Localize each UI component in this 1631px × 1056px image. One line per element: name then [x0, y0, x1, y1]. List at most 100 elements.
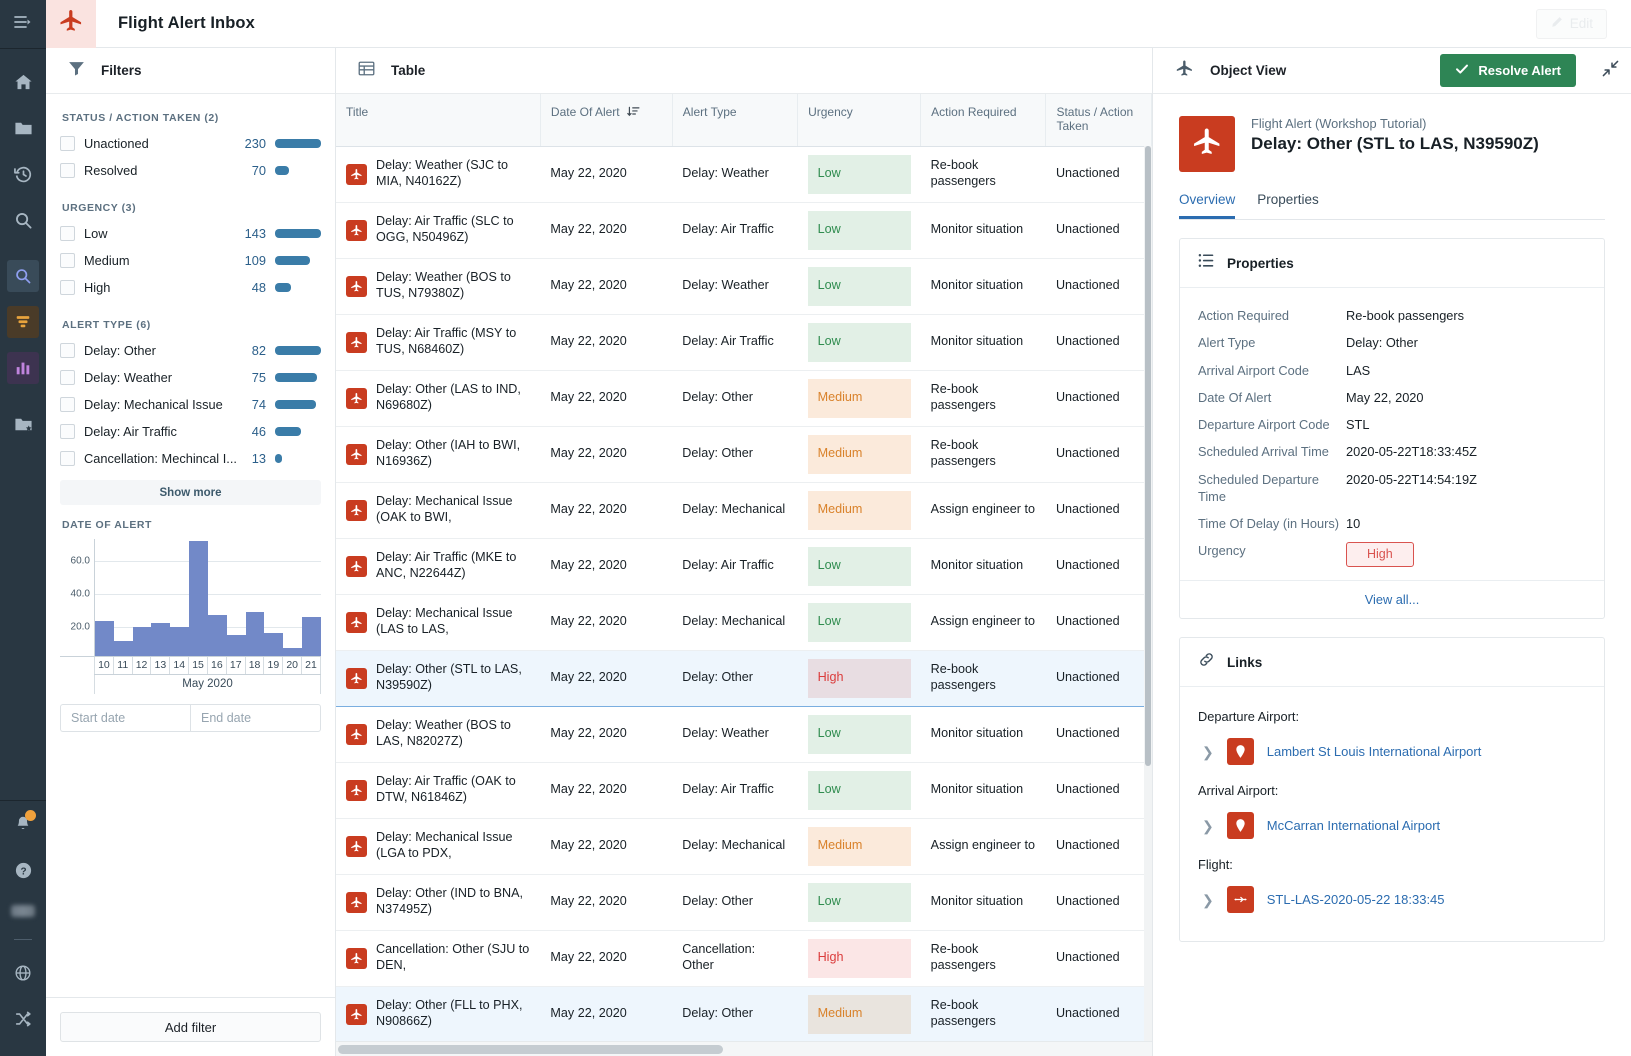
cell-title[interactable]: Delay: Air Traffic (MSY to TUS, N68460Z)	[336, 314, 541, 371]
filter-checkbox[interactable]	[60, 136, 75, 151]
table-row[interactable]: Delay: Air Traffic (MKE to ANC, N22644Z)…	[336, 538, 1152, 595]
filter-row-delay-mechanical[interactable]: Delay: Mechanical Issue 74	[60, 391, 321, 418]
histogram-bar[interactable]	[264, 632, 284, 656]
histogram-bar[interactable]	[245, 611, 265, 656]
column-header-alert-type[interactable]: Alert Type	[672, 94, 799, 147]
table-horizontal-scrollbar[interactable]	[336, 1041, 1152, 1056]
sort-descending-icon[interactable]	[626, 105, 640, 121]
cell-title[interactable]: Delay: Weather (BOS to LAS, N82027Z)	[336, 706, 541, 763]
chevron-right-icon[interactable]: ❯	[1202, 819, 1214, 833]
sidebar-item-charts[interactable]	[7, 352, 39, 384]
histogram-bar[interactable]	[207, 615, 227, 656]
column-header-status-action-taken[interactable]: Status / Action Taken	[1045, 94, 1152, 147]
link-label[interactable]: STL-LAS-2020-05-22 18:33:45	[1267, 892, 1445, 907]
chevron-right-icon[interactable]: ❯	[1202, 745, 1214, 759]
link-label[interactable]: Lambert St Louis International Airport	[1267, 744, 1482, 759]
sidebar-item-saved-folder[interactable]	[7, 408, 39, 440]
column-header-urgency[interactable]: Urgency	[797, 94, 922, 147]
filter-row-delay-other[interactable]: Delay: Other 82	[60, 337, 321, 364]
table-row[interactable]: Delay: Other (LAS to IND, N69680Z) May 22…	[336, 370, 1152, 427]
column-header-title[interactable]: Title	[336, 94, 541, 147]
tab-overview[interactable]: Overview	[1179, 192, 1236, 219]
link-row[interactable]: ❯ STL-LAS-2020-05-22 18:33:45	[1198, 876, 1586, 923]
view-all-link[interactable]: View all...	[1180, 580, 1604, 618]
cell-title[interactable]: Delay: Air Traffic (MKE to ANC, N22644Z)	[336, 538, 541, 595]
filter-row-low[interactable]: Low 143	[60, 220, 321, 247]
table-row[interactable]: Delay: Air Traffic (MSY to TUS, N68460Z)…	[336, 314, 1152, 371]
show-more-button[interactable]: Show more	[60, 480, 321, 505]
filter-checkbox[interactable]	[60, 226, 75, 241]
cell-title[interactable]: Delay: Other (IAH to BWI, N16936Z)	[336, 426, 541, 483]
filter-row-high[interactable]: High 48	[60, 274, 321, 301]
filter-checkbox[interactable]	[60, 370, 75, 385]
table-vertical-scrollbar[interactable]	[1144, 146, 1152, 1041]
edit-button[interactable]: Edit	[1535, 8, 1607, 39]
table-row[interactable]: Delay: Weather (SJC to MIA, N40162Z) May …	[336, 146, 1152, 203]
cell-title[interactable]: Delay: Mechanical Issue (LAS to LAS,	[336, 594, 541, 651]
column-header-date-of-alert[interactable]: Date Of Alert	[540, 94, 673, 147]
table-row[interactable]: Delay: Air Traffic (OAK to DTW, N61846Z)…	[336, 762, 1152, 819]
filter-row-medium[interactable]: Medium 109	[60, 247, 321, 274]
table-row[interactable]: Delay: Other (IAH to BWI, N16936Z) May 22…	[336, 426, 1152, 483]
link-row[interactable]: ❯ McCarran International Airport	[1198, 802, 1586, 849]
cell-title[interactable]: Delay: Other (LAS to IND, N69680Z)	[336, 370, 541, 427]
filter-row-resolved[interactable]: Resolved 70	[60, 157, 321, 184]
filter-checkbox[interactable]	[60, 343, 75, 358]
cell-title[interactable]: Delay: Other (FLL to PHX, N90866Z)	[336, 985, 541, 1043]
histogram-bar[interactable]	[189, 541, 208, 656]
table-row[interactable]: Delay: Other (IND to BNA, N37495Z) May 22…	[336, 874, 1152, 931]
filter-checkbox[interactable]	[60, 163, 75, 178]
filter-checkbox[interactable]	[60, 424, 75, 439]
table-row[interactable]: Delay: Other (FLL to PHX, N90866Z) May 22…	[336, 985, 1152, 1043]
sidebar-item-globe[interactable]	[7, 957, 39, 989]
filter-checkbox[interactable]	[60, 397, 75, 412]
cell-title[interactable]: Delay: Mechanical Issue (LGA to PDX,	[336, 818, 541, 875]
table-row[interactable]: Delay: Weather (BOS to TUS, N79380Z) May …	[336, 258, 1152, 315]
histogram-bar[interactable]	[151, 623, 171, 656]
filter-checkbox[interactable]	[60, 253, 75, 268]
table-row[interactable]: Delay: Other (STL to LAS, N39590Z) May 22…	[336, 649, 1152, 707]
sidebar-item-object-explorer[interactable]	[7, 260, 39, 292]
user-avatar-icon[interactable]	[11, 905, 35, 917]
cell-title[interactable]: Delay: Weather (BOS to TUS, N79380Z)	[336, 258, 541, 315]
scrollbar-thumb[interactable]	[338, 1045, 723, 1054]
scrollbar-thumb[interactable]	[1145, 146, 1151, 766]
end-date-input[interactable]: End date	[190, 704, 321, 732]
histogram-bar[interactable]	[95, 620, 114, 656]
histogram-bar[interactable]	[283, 647, 303, 656]
cell-title[interactable]: Delay: Air Traffic (SLC to OGG, N50496Z)	[336, 202, 541, 259]
table-row[interactable]: Delay: Weather (BOS to LAS, N82027Z) May …	[336, 706, 1152, 763]
cell-title[interactable]: Delay: Other (STL to LAS, N39590Z)	[336, 649, 541, 707]
table-row[interactable]: Delay: Mechanical Issue (LAS to LAS, May …	[336, 594, 1152, 651]
filter-row-delay-weather[interactable]: Delay: Weather 75	[60, 364, 321, 391]
histogram-bar[interactable]	[302, 617, 321, 656]
filter-row-cancellation-mechanical[interactable]: Cancellation: Mechincal I... 13	[60, 445, 321, 472]
cell-title[interactable]: Delay: Mechanical Issue (OAK to BWI,	[336, 482, 541, 539]
histogram-bar[interactable]	[226, 634, 246, 656]
resolve-alert-button[interactable]: Resolve Alert	[1440, 54, 1576, 87]
sidebar-item-shuffle[interactable]	[7, 1003, 39, 1035]
link-label[interactable]: McCarran International Airport	[1267, 818, 1440, 833]
start-date-input[interactable]: Start date	[60, 704, 190, 732]
sidebar-item-help[interactable]: ?	[7, 854, 39, 886]
collapse-diagonal-icon[interactable]	[1602, 60, 1619, 82]
table-row[interactable]: Cancellation: Other (SJU to DEN, May 22, …	[336, 930, 1152, 987]
chevron-right-icon[interactable]: ❯	[1202, 893, 1214, 907]
table-row[interactable]: Delay: Mechanical Issue (LGA to PDX, May …	[336, 818, 1152, 875]
sidebar-item-folder[interactable]	[7, 112, 39, 144]
tab-properties[interactable]: Properties	[1257, 192, 1319, 219]
rail-collapse-button[interactable]	[0, 0, 46, 48]
filter-row-unactioned[interactable]: Unactioned 230	[60, 130, 321, 157]
cell-title[interactable]: Delay: Weather (SJC to MIA, N40162Z)	[336, 146, 541, 203]
date-histogram-chart[interactable]: 60.0 40.0 20.0	[60, 539, 321, 657]
cell-title[interactable]: Cancellation: Other (SJU to DEN,	[336, 930, 541, 987]
cell-title[interactable]: Delay: Other (IND to BNA, N37495Z)	[336, 874, 541, 931]
histogram-bar[interactable]	[170, 626, 190, 656]
table-row[interactable]: Delay: Mechanical Issue (OAK to BWI, May …	[336, 482, 1152, 539]
sidebar-item-home[interactable]	[7, 66, 39, 98]
filter-checkbox[interactable]	[60, 451, 75, 466]
sidebar-item-notifications[interactable]	[7, 808, 39, 840]
add-filter-button[interactable]: Add filter	[60, 1012, 321, 1042]
sidebar-item-search[interactable]	[7, 204, 39, 236]
cell-title[interactable]: Delay: Air Traffic (OAK to DTW, N61846Z)	[336, 762, 541, 819]
